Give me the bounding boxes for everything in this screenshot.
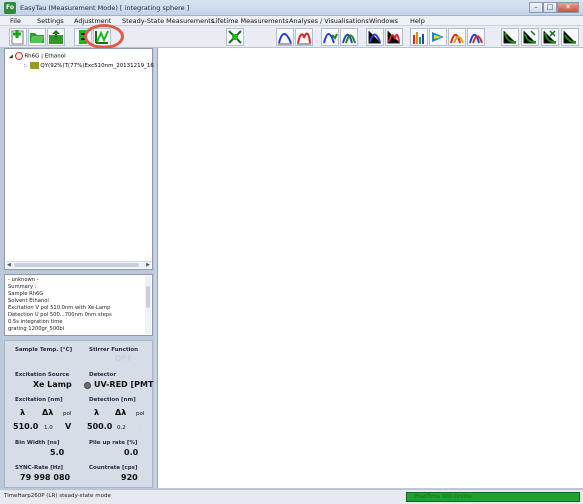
spectra-series-icon[interactable] [340,28,358,46]
stirrer-label: Stirrer Function [89,347,139,353]
exc-pol-value: V [65,422,72,431]
sync-rate-value: 79 998 080 [20,473,71,482]
bin-width-value: 5.0 [50,448,65,457]
exc-dlambda-symbol: Δλ [42,408,54,417]
summary-line: Sample Rh6G [8,291,44,297]
bar-chart-icon[interactable] [410,28,428,46]
menu-help[interactable]: Help [410,17,425,25]
multi-spectra-icon[interactable] [467,28,485,46]
left-pane: ◢ Rh6G | Ethanol ▷ QY(92%)T(77%)Exc510nm… [4,48,161,488]
tree-horizontal-scrollbar[interactable]: ◀ ▶ [6,261,151,268]
title-bar: Fo EasyTau (Measurement Mode) [ integrat… [0,0,583,16]
excitation-source-value: Xe Lamp [33,380,72,389]
emission-spectrum-icon[interactable] [276,28,294,46]
det-lambda-symbol: λ [94,408,100,417]
status-bar: TimeHarp260P (LR) steady-state mode Fluo… [0,489,583,504]
exc-dlambda-value: 1.0 [44,425,53,431]
bin-width-label: Bin Width [ns] [15,440,60,446]
detection-label: Detection [nm] [89,397,136,403]
close-button[interactable]: ✕ [557,2,579,13]
window-controls: – □ ✕ [529,2,579,13]
exc-pol-label: pol [63,411,72,417]
menu-steady-state[interactable]: Steady-State Measurements [122,17,214,25]
expand-arrow-icon[interactable]: ▷ [24,63,28,69]
status-device: TimeHarp260P (LR) steady-state mode [4,493,111,499]
menu-analyses[interactable]: Analyses / Visualisations [289,17,369,25]
window-title: EasyTau (Measurement Mode) [ integrating… [20,4,190,12]
excitation-label: Excitation [nm] [15,397,63,403]
menu-bar: File Settings Adjustment Steady-State Me… [0,16,583,26]
summary-line: Excitation V pol 510.0nm with Xe-Lamp [8,305,111,311]
instrument-status-panel: Sample Temp. [°C] ? Stirrer Function OFF… [4,340,157,488]
tree-child[interactable]: ▷ QY(92%)T(77%)Exc510nm_20131219_1606 [24,62,161,71]
countrate-value: 920 [121,473,138,482]
excitation-spectrum-icon[interactable] [295,28,313,46]
summary-line: grating 1200gr_500bl [8,326,65,332]
det-lambda-value: 500.0 [87,422,113,431]
sample-temp-value: ? [57,357,60,363]
stirrer-value: OFF [115,354,133,363]
sync-spectra-icon[interactable] [321,28,339,46]
measurement-tree[interactable]: ◢ Rh6G | Ethanol ▷ QY(92%)T(77%)Exc510nm… [4,48,161,270]
emission-scan-icon[interactable] [366,28,384,46]
app-icon: Fo [4,2,16,14]
summary-line: Summary : [8,284,37,290]
highlight-ring [84,24,124,49]
detector-label: Detector [89,372,117,378]
overlay-spectra-icon[interactable] [448,28,466,46]
scroll-thumb[interactable] [146,286,150,308]
scroll-right-icon[interactable]: ▶ [146,262,150,269]
sample-icon [14,52,23,60]
maximize-button[interactable]: □ [543,2,557,13]
scroll-left-icon[interactable]: ◀ [7,262,11,269]
det-pol-label: pol [136,411,145,417]
menu-settings[interactable]: Settings [37,17,64,25]
reconvolution-fit-icon[interactable] [541,28,559,46]
workspace-area [157,48,583,488]
status-online-text: FluoTime 300 Online [415,494,472,500]
detector-status-icon [84,382,91,389]
decay-curve-icon[interactable] [501,28,519,46]
sample-temp-label: Sample Temp. [°C] [15,347,73,353]
menu-lifetime[interactable]: Lifetime Measurements [212,17,288,25]
summary-line: Solvent Ethanol [8,298,49,304]
status-online-indicator: FluoTime 300 Online [406,492,580,502]
setup-icon[interactable] [226,28,244,46]
menu-file[interactable]: File [10,17,21,25]
sync-rate-label: SYNC-Rate [Hz] [15,465,64,471]
tree-root[interactable]: ◢ Rh6G | Ethanol [9,52,66,61]
open-folder-icon[interactable] [28,28,46,46]
tail-fit-icon[interactable] [521,28,539,46]
exc-lambda-symbol: λ [20,408,26,417]
excitation-scan-icon[interactable] [385,28,403,46]
export-icon[interactable] [47,28,65,46]
tree-child-label: QY(92%)T(77%)Exc510nm_20131219_1606 [40,63,161,69]
countrate-label: Countrate [cps] [89,465,138,471]
minimize-button[interactable]: – [529,2,543,13]
folder-icon [29,62,39,69]
new-measurement-icon[interactable] [9,28,27,46]
menu-windows[interactable]: Windows [369,17,398,25]
pileup-value: 0.0 [124,448,139,457]
det-dlambda-symbol: Δλ [115,408,127,417]
pileup-label: Pile up rate [%] [89,440,138,446]
summary-line: - unknown - [8,277,39,283]
det-dlambda-value: 0.2 [117,425,126,431]
summary-panel: - unknown - Summary : Sample Rh6G Solven… [4,274,153,336]
summary-line: Detection U pol 500...700nm 0nm steps [8,312,112,318]
excitation-source-label: Excitation Source [15,372,70,378]
detector-value: UV-RED [PMT] [94,380,158,389]
det-pol-value: ? [139,425,142,431]
collapse-arrow-icon[interactable]: ◢ [9,54,13,60]
prism-icon[interactable] [429,28,447,46]
scroll-thumb[interactable] [14,263,139,267]
tree-root-label: Rh6G | Ethanol [24,53,66,60]
exc-lambda-value: 510.0 [13,422,39,431]
summary-line: 0.5s integration time [8,319,63,325]
summary-vertical-scrollbar[interactable] [145,276,151,334]
lifetime-map-icon[interactable] [561,28,579,46]
